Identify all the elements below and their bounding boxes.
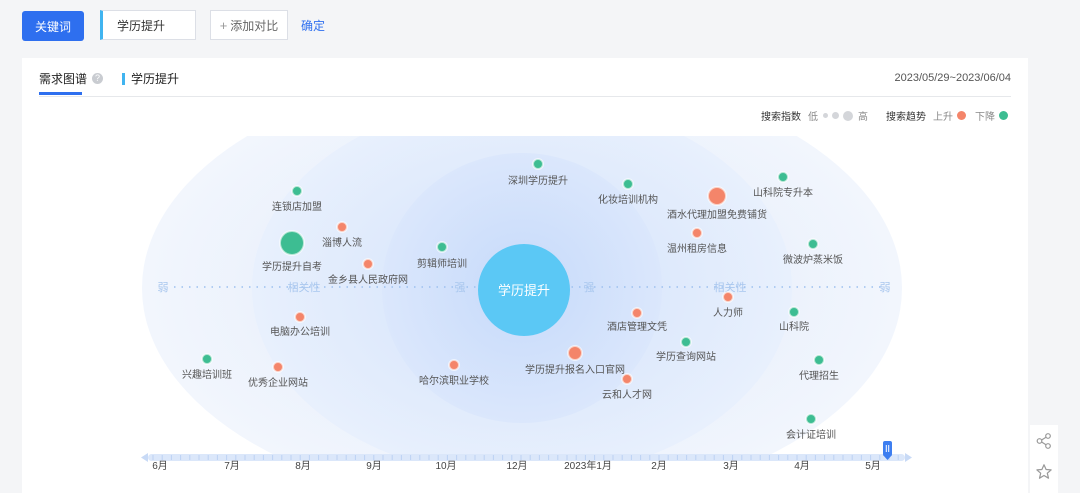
graph-node-label[interactable]: 优秀企业网站 [248, 376, 308, 389]
graph-node-label[interactable]: 微波炉蒸米饭 [783, 253, 843, 266]
keyword-button[interactable]: 关键词 [22, 11, 84, 41]
axis-weak-right: 弱 [880, 281, 891, 294]
timeline-label: 4月 [794, 460, 810, 472]
timeline-label: 6月 [152, 460, 168, 472]
axis-strong-left: 强 [455, 282, 466, 294]
graph-node-bubble[interactable] [621, 373, 633, 385]
timeline-label: 10月 [435, 460, 456, 472]
graph-node-bubble[interactable] [722, 291, 734, 303]
timeline-label: 8月 [295, 460, 311, 472]
graph-node-bubble[interactable] [201, 353, 213, 365]
timeline-label: 5月 [865, 460, 881, 472]
graph-node-bubble[interactable] [622, 178, 634, 190]
graph-node-label[interactable]: 淄博人流 [322, 236, 362, 249]
toolbar: 关键词 学历提升 + 添加对比 确定 [0, 0, 1080, 58]
axis-relevance-left: 相关性 [288, 280, 321, 294]
graph-node-label[interactable]: 剪辑师培训 [417, 257, 467, 270]
timeline-label: 3月 [723, 460, 739, 472]
share-icon[interactable] [1035, 432, 1053, 450]
demand-graph-card: 需求图谱 ? 学历提升 2023/05/29~2023/06/04 搜索指数 低… [22, 58, 1028, 493]
add-compare-button[interactable]: + 添加对比 [210, 10, 288, 40]
graph-node-bubble[interactable] [813, 354, 825, 366]
graph-node-label[interactable]: 会计证培训 [786, 428, 836, 441]
graph-node-label[interactable]: 山科院 [779, 320, 809, 333]
graph-node-bubble[interactable] [631, 307, 643, 319]
graph-node-label[interactable]: 连锁店加盟 [272, 200, 322, 213]
graph-node-bubble[interactable] [680, 336, 692, 348]
axis-strong-right: 强 [584, 282, 595, 294]
confirm-link[interactable]: 确定 [301, 17, 325, 34]
graph-node-label[interactable]: 酒店管理文凭 [607, 320, 667, 333]
timeline-label: 7月 [224, 460, 240, 472]
graph-node-label[interactable]: 学历提升自考 [262, 260, 322, 273]
graph-node-bubble[interactable] [336, 221, 348, 233]
graph-node-label[interactable]: 山科院专升本 [753, 186, 813, 199]
graph-node-bubble[interactable] [362, 258, 374, 270]
graph-node-bubble[interactable] [707, 186, 727, 206]
graph-node-label[interactable]: 金乡县人民政府网 [328, 273, 408, 286]
star-icon[interactable] [1035, 463, 1053, 481]
graph-node-bubble[interactable] [272, 361, 284, 373]
graph-node-bubble[interactable] [567, 345, 583, 361]
timeline-right-arrow-icon[interactable] [905, 453, 912, 462]
side-toolbar [1030, 425, 1058, 493]
graph-node-label[interactable]: 人力师 [713, 306, 743, 319]
keyword-input[interactable]: 学历提升 [100, 10, 196, 40]
graph-node-label[interactable]: 云和人才网 [602, 388, 652, 401]
graph-node-bubble[interactable] [448, 359, 460, 371]
graph-node-label[interactable]: 深圳学历提升 [508, 174, 568, 187]
graph-node-label[interactable]: 温州租房信息 [667, 242, 727, 255]
graph-node-label[interactable]: 酒水代理加盟免费铺货 [667, 208, 767, 221]
graph-node-bubble[interactable] [294, 311, 306, 323]
graph-node-label[interactable]: 化妆培训机构 [598, 193, 658, 206]
graph-node-bubble[interactable] [807, 238, 819, 250]
timeline-label: 2月 [651, 460, 667, 472]
timeline-left-arrow-icon[interactable] [141, 453, 148, 462]
graph-node-bubble[interactable] [805, 413, 817, 425]
plus-icon: + [219, 17, 228, 33]
graph-node-bubble[interactable] [279, 230, 305, 256]
center-keyword-label: 学历提升 [498, 283, 550, 298]
timeline-label: 9月 [366, 460, 382, 472]
axis-weak-left: 弱 [158, 281, 169, 294]
graph-node-label[interactable]: 学历提升报名入口官网 [525, 363, 625, 376]
graph-node-bubble[interactable] [777, 171, 789, 183]
graph-node-bubble[interactable] [691, 227, 703, 239]
graph-node-label[interactable]: 兴趣培训班 [182, 368, 232, 381]
timeline-track[interactable] [148, 454, 905, 461]
timeline-label: 2023年1月 [564, 459, 612, 472]
graph-node-bubble[interactable] [291, 185, 303, 197]
graph-node-label[interactable]: 电脑办公培训 [270, 325, 330, 338]
graph-node-label[interactable]: 学历查询网站 [656, 350, 716, 363]
demand-graph: 弱 相关性 强 强 相关性 弱 学历提升 深圳学历提升化妆培训机构山科院专升本连… [141, 136, 912, 472]
timeline-label: 12月 [506, 460, 527, 472]
graph-node-bubble[interactable] [532, 158, 544, 170]
graph-node-bubble[interactable] [436, 241, 448, 253]
graph-node-label[interactable]: 代理招生 [799, 369, 839, 382]
graph-node-label[interactable]: 哈尔滨职业学校 [419, 374, 489, 387]
graph-node-bubble[interactable] [788, 306, 800, 318]
add-compare-label: 添加对比 [230, 18, 279, 33]
